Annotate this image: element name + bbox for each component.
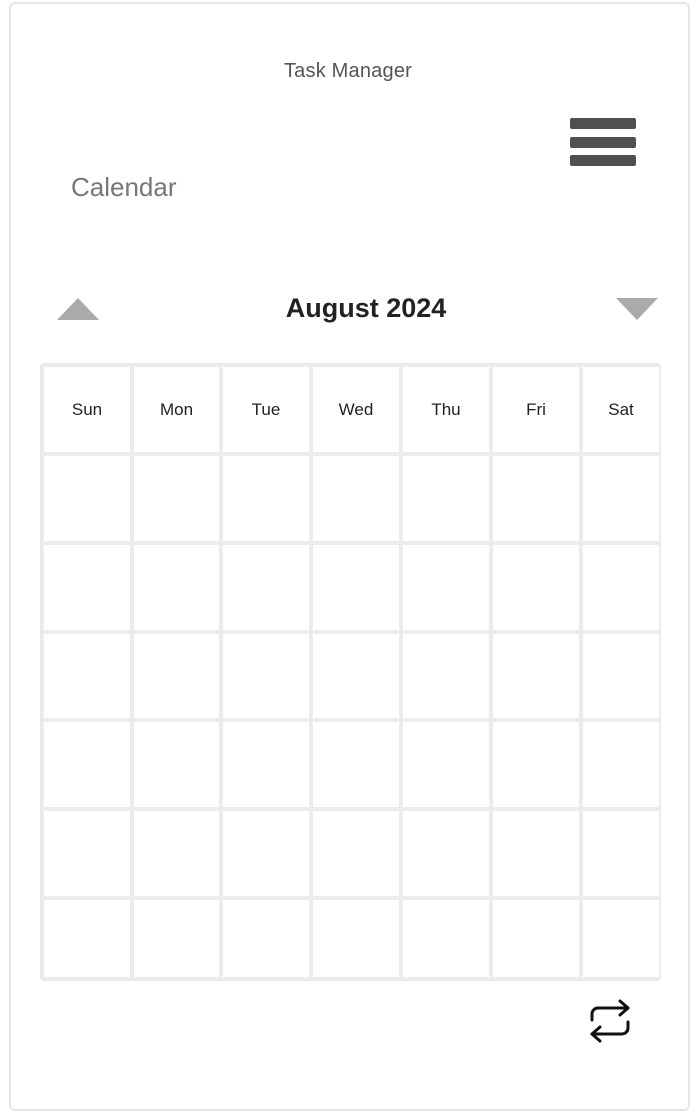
calendar-day-cell[interactable] xyxy=(221,720,311,809)
calendar-day-cell[interactable] xyxy=(42,898,132,979)
calendar-day-cell[interactable] xyxy=(311,720,401,809)
calendar-day-cell[interactable] xyxy=(311,454,401,543)
weekday-header-sun: Sun xyxy=(42,365,132,454)
calendar-day-cell[interactable] xyxy=(132,454,221,543)
calendar-day-cell[interactable] xyxy=(132,720,221,809)
calendar-day-cell[interactable] xyxy=(491,632,581,720)
calendar-day-cell[interactable] xyxy=(221,454,311,543)
weekday-header-sat: Sat xyxy=(581,365,661,454)
calendar-day-cell[interactable] xyxy=(132,632,221,720)
calendar-day-cell[interactable] xyxy=(491,809,581,898)
calendar-day-cell[interactable] xyxy=(581,454,661,543)
hamburger-menu-icon-bar xyxy=(570,155,636,166)
repeat-button[interactable] xyxy=(586,998,634,1044)
calendar-day-cell[interactable] xyxy=(491,720,581,809)
calendar-day-cell[interactable] xyxy=(42,632,132,720)
calendar-day-cell[interactable] xyxy=(311,632,401,720)
hamburger-menu-icon-bar xyxy=(570,137,636,148)
weekday-header-fri: Fri xyxy=(491,365,581,454)
calendar-day-cell[interactable] xyxy=(221,809,311,898)
calendar-day-cell[interactable] xyxy=(581,632,661,720)
calendar-day-cell[interactable] xyxy=(132,543,221,632)
calendar-day-cell[interactable] xyxy=(311,543,401,632)
calendar-grid: Sun Mon Tue Wed Thu Fri Sat xyxy=(40,363,661,981)
calendar-day-cell[interactable] xyxy=(221,543,311,632)
app-title: Task Manager xyxy=(283,60,412,82)
calendar-day-cell[interactable] xyxy=(221,632,311,720)
calendar-day-cell[interactable] xyxy=(581,898,661,979)
calendar-day-cell[interactable] xyxy=(311,809,401,898)
weekday-header-tue: Tue xyxy=(221,365,311,454)
calendar-day-cell[interactable] xyxy=(401,543,491,632)
month-label: August 2024 xyxy=(285,293,447,323)
weekday-header-thu: Thu xyxy=(401,365,491,454)
calendar-day-cell[interactable] xyxy=(132,809,221,898)
calendar-day-cell[interactable] xyxy=(401,454,491,543)
menu-button[interactable] xyxy=(570,117,636,167)
calendar-day-cell[interactable] xyxy=(401,720,491,809)
weekday-header-mon: Mon xyxy=(132,365,221,454)
calendar-day-cell[interactable] xyxy=(42,543,132,632)
calendar-day-cell[interactable] xyxy=(581,809,661,898)
calendar-day-cell[interactable] xyxy=(491,543,581,632)
calendar-day-cell[interactable] xyxy=(581,720,661,809)
calendar-day-cell[interactable] xyxy=(491,898,581,979)
section-title: Calendar xyxy=(71,172,177,202)
hamburger-menu-icon xyxy=(570,118,636,129)
repeat-icon xyxy=(590,999,630,1043)
calendar-day-cell[interactable] xyxy=(401,898,491,979)
triangle-down-icon xyxy=(616,298,658,320)
calendar-day-cell[interactable] xyxy=(221,898,311,979)
next-month-button[interactable] xyxy=(615,297,659,323)
calendar-day-cell[interactable] xyxy=(132,898,221,979)
calendar-day-cell[interactable] xyxy=(311,898,401,979)
calendar-day-cell[interactable] xyxy=(581,543,661,632)
weekday-header-wed: Wed xyxy=(311,365,401,454)
calendar-day-cell[interactable] xyxy=(401,632,491,720)
calendar-day-cell[interactable] xyxy=(42,720,132,809)
calendar-day-cell[interactable] xyxy=(491,454,581,543)
calendar-day-cell[interactable] xyxy=(42,809,132,898)
calendar-day-cell[interactable] xyxy=(42,454,132,543)
calendar-day-cell[interactable] xyxy=(401,809,491,898)
